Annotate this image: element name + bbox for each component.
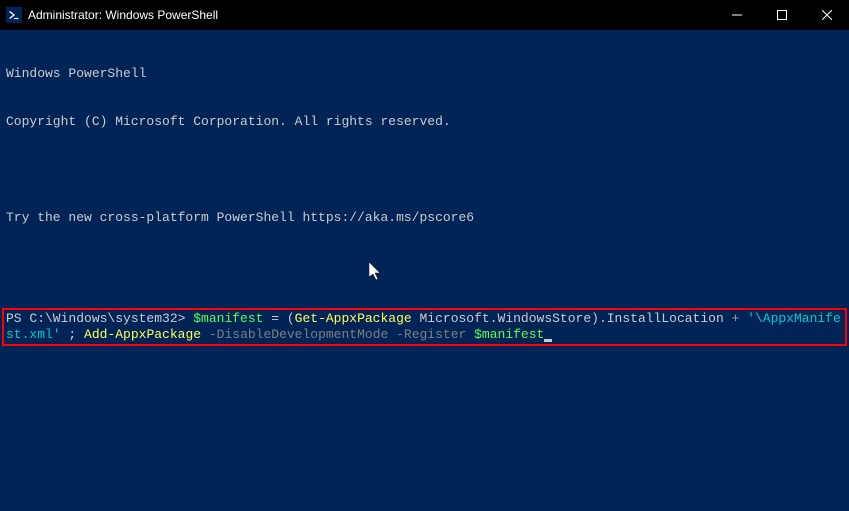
semicolon: ; — [68, 327, 84, 342]
text-cursor — [544, 339, 552, 342]
minimize-button[interactable] — [714, 0, 759, 30]
powershell-icon — [6, 7, 22, 23]
maximize-button[interactable] — [759, 0, 804, 30]
terminal-content[interactable]: Windows PowerShell Copyright (C) Microso… — [0, 30, 849, 366]
close-paren: ).InstallLocation — [591, 311, 731, 326]
header-line-2: Copyright (C) Microsoft Corporation. All… — [6, 114, 843, 130]
header-line-3: Try the new cross-platform PowerShell ht… — [6, 210, 843, 226]
window-titlebar: Administrator: Windows PowerShell — [0, 0, 849, 30]
equals-open: = ( — [263, 311, 294, 326]
cmdlet-get-appxpackage: Get-AppxPackage — [295, 311, 412, 326]
argument-store: Microsoft.WindowsStore — [412, 311, 591, 326]
variable-manifest-2: $manifest — [474, 327, 544, 342]
header-line-1: Windows PowerShell — [6, 66, 843, 82]
parameters: -DisableDevelopmentMode -Register — [201, 327, 474, 342]
command-highlight: PS C:\Windows\system32> $manifest = (Get… — [2, 308, 847, 346]
window-title: Administrator: Windows PowerShell — [28, 8, 218, 22]
titlebar-controls — [714, 0, 849, 30]
close-button[interactable] — [804, 0, 849, 30]
titlebar-left: Administrator: Windows PowerShell — [6, 7, 218, 23]
cmdlet-add-appxpackage: Add-AppxPackage — [84, 327, 201, 342]
variable-manifest: $manifest — [193, 311, 263, 326]
prompt: PS C:\Windows\system32> — [6, 311, 193, 326]
